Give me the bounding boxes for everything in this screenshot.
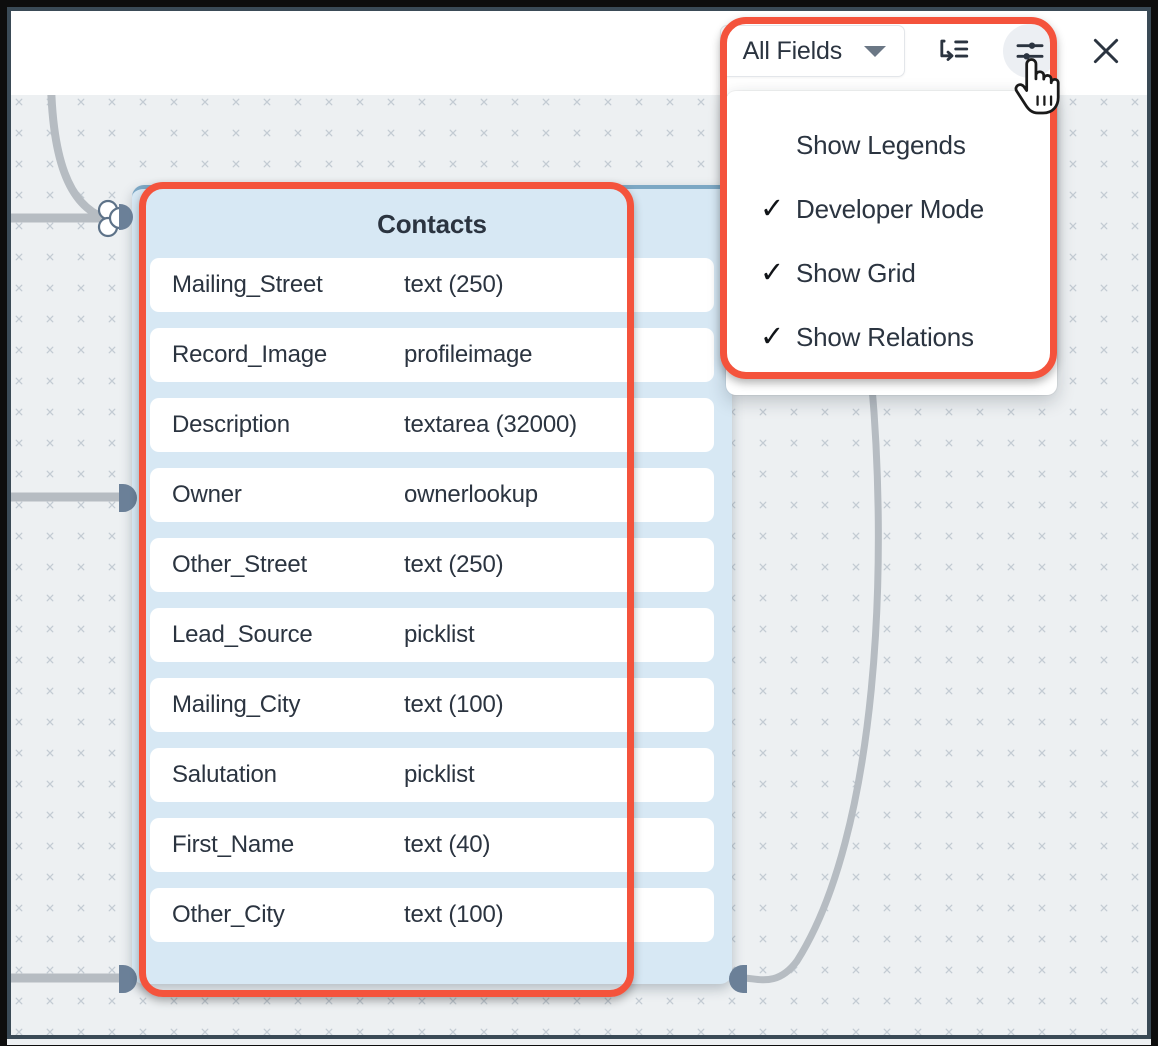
field-type: text (250) [404, 271, 504, 298]
sliders-icon [1016, 42, 1044, 60]
menu-item-show-grid[interactable]: ✓ Show Grid [726, 241, 1057, 305]
field-name: Record_Image [172, 341, 328, 368]
relation-port-right-bottom[interactable] [729, 965, 747, 993]
field-name: Salutation [172, 761, 277, 788]
fields-filter-label: All Fields [742, 36, 843, 65]
field-name: Mailing_Street [172, 271, 323, 298]
chevron-down-icon [864, 45, 886, 57]
field-name: Mailing_City [172, 691, 301, 718]
entity-field-row[interactable]: Description textarea (32000) [150, 398, 714, 452]
field-type: picklist [404, 761, 475, 788]
view-settings-button[interactable] [1003, 24, 1057, 78]
indent-arrow-icon [940, 39, 969, 61]
field-type: text (100) [404, 901, 504, 928]
top-toolbar: All Fields [7, 7, 1151, 95]
menu-item-label: Show Relations [796, 321, 974, 352]
entity-field-row[interactable]: Mailing_Street text (250) [150, 258, 714, 312]
field-name: Owner [172, 481, 242, 508]
field-type: ownerlookup [404, 481, 538, 508]
menu-item-label: Developer Mode [796, 193, 984, 224]
field-type: textarea (32000) [404, 411, 577, 438]
entity-field-row[interactable]: Salutation picklist [150, 748, 714, 802]
view-settings-menu[interactable]: Show Legends ✓ Developer Mode ✓ Show Gri… [726, 91, 1057, 395]
field-name: Other_City [172, 901, 285, 928]
field-type: profileimage [404, 341, 533, 368]
fields-filter-dropdown[interactable]: All Fields [719, 25, 905, 77]
check-icon: ✓ [760, 192, 785, 225]
entity-field-row[interactable]: Lead_Source picklist [150, 608, 714, 662]
menu-item-show-relations[interactable]: ✓ Show Relations [726, 305, 1057, 369]
entity-field-row[interactable]: First_Name text (40) [150, 818, 714, 872]
entity-field-row[interactable]: Owner ownerlookup [150, 468, 714, 522]
entity-field-list: Mailing_Street text (250) Record_Image p… [132, 258, 732, 984]
app-window: Contacts Mailing_Street text (250) Recor… [0, 0, 1158, 1046]
auto-layout-button[interactable] [927, 24, 981, 78]
close-button[interactable] [1079, 24, 1133, 78]
field-name: Description [172, 411, 290, 438]
entity-card-title: Contacts [377, 209, 487, 239]
entity-field-row[interactable]: Mailing_City text (100) [150, 678, 714, 732]
menu-item-developer-mode[interactable]: ✓ Developer Mode [726, 177, 1057, 241]
check-icon: ✓ [760, 256, 785, 289]
entity-card-contacts[interactable]: Contacts Mailing_Street text (250) Recor… [132, 185, 732, 984]
entity-field-row[interactable]: Record_Image profileimage [150, 328, 714, 382]
field-name: Lead_Source [172, 621, 313, 648]
field-name: Other_Street [172, 551, 308, 578]
entity-field-row[interactable]: Other_City text (100) [150, 888, 714, 942]
check-icon: ✓ [760, 320, 785, 353]
field-type: text (250) [404, 551, 504, 578]
field-type: text (100) [404, 691, 504, 718]
menu-item-show-legends[interactable]: Show Legends [726, 113, 1057, 177]
field-type: text (40) [404, 831, 491, 858]
field-type: picklist [404, 621, 475, 648]
menu-item-label: Show Legends [796, 129, 966, 160]
entity-field-row[interactable]: Other_Street text (250) [150, 538, 714, 592]
field-name: First_Name [172, 831, 295, 858]
menu-item-label: Show Grid [796, 257, 916, 288]
close-icon [1093, 38, 1119, 64]
